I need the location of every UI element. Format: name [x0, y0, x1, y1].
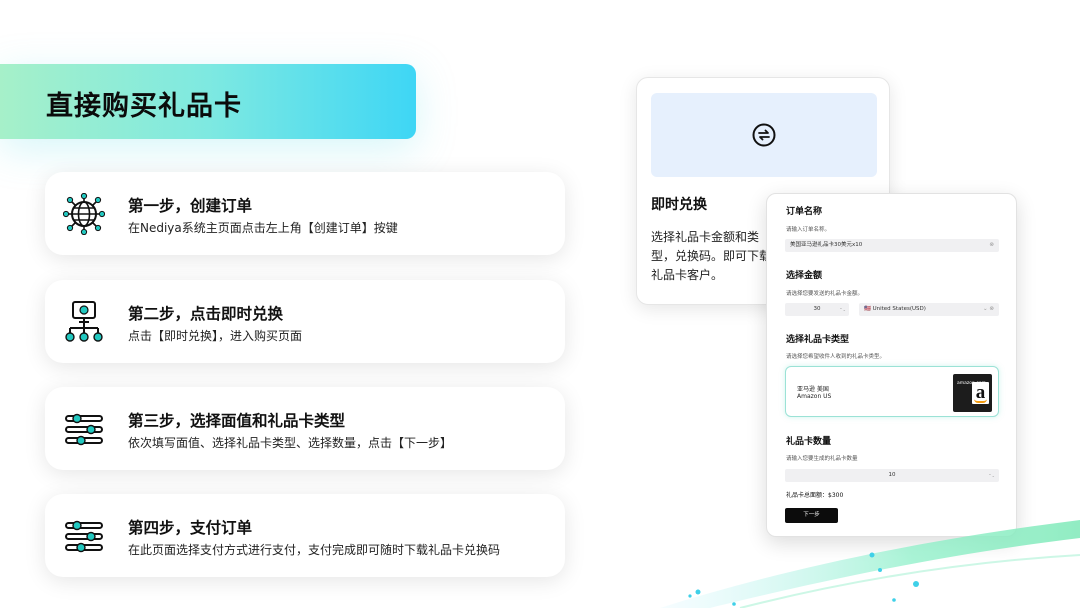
step-description: 在此页面选择支付方式进行支付，支付完成即可随时下载礼品卡兑换码 [128, 543, 501, 557]
step-title: 第三步，选择面值和礼品卡类型 [128, 412, 346, 430]
header-banner: 直接购买礼品卡 [0, 64, 416, 139]
step-title: 第二步，点击即时兑换 [128, 305, 284, 323]
order-name-input[interactable]: 美国亚马逊礼品卡30美元x10 ⊗ [785, 239, 999, 252]
step-card-4: 第四步，支付订单 在此页面选择支付方式进行支付，支付完成即可随时下载礼品卡兑换码 [45, 494, 565, 577]
exchange-banner [651, 93, 877, 177]
order-form: 订单名称 请输入订单名称。 美国亚马逊礼品卡30美元x10 ⊗ 选择金额 请选择… [766, 193, 1017, 537]
card-type-name-cn: 亚马逊 美国 [797, 386, 829, 393]
step-title: 第一步，创建订单 [128, 197, 253, 215]
order-name-hint: 请输入订单名称。 [786, 227, 831, 233]
amount-label: 选择金额 [786, 271, 823, 281]
stepper-arrows-icon[interactable]: ⌃⌄ [988, 469, 995, 482]
quantity-label: 礼品卡数量 [786, 437, 832, 447]
order-name-label: 订单名称 [786, 207, 823, 217]
card-type-label: 选择礼品卡类型 [786, 335, 850, 345]
exchange-title: 即时兑换 [651, 197, 707, 213]
exchange-description: 选择礼品卡金额和类型，兑换码。即可下载礼品卡客户。 [651, 230, 772, 282]
card-type-option-amazon-us[interactable]: 亚马逊 美国 Amazon US amazon.com a [785, 366, 999, 417]
amount-input[interactable]: 30 ⌃⌄ [785, 303, 849, 316]
quantity-hint: 请输入您要生成的礼品卡数量 [786, 456, 858, 462]
total-amount: 礼品卡总面额：$300 [786, 492, 844, 499]
step-description: 依次填写面值、选择礼品卡类型、选择数量，点击【下一步】 [128, 436, 453, 450]
sliders-icon [65, 520, 103, 553]
step-card-1: 第一步，创建订单 在Nediya系统主页面点击左上角【创建订单】按键 [45, 172, 565, 255]
exchange-arrows-icon [752, 123, 776, 147]
step-card-2: 第二步，点击即时兑换 点击【即时兑换】，进入购买页面 [45, 280, 565, 363]
currency-select[interactable]: 🇺🇸 United States(USD) ⌄ ⊗ [859, 303, 999, 316]
amazon-card-logo: amazon.com a [953, 374, 992, 412]
amount-hint: 请选择您要发送的礼品卡金额。 [786, 291, 864, 297]
step-description: 点击【即时兑换】，进入购买页面 [128, 329, 303, 343]
stepper-arrows-icon[interactable]: ⌃⌄ [839, 303, 846, 316]
computer-network-icon [65, 301, 103, 342]
step-description: 在Nediya系统主页面点击左上角【创建订单】按键 [128, 221, 398, 235]
card-type-name-en: Amazon US [797, 393, 832, 400]
card-type-hint: 请选择您希望收件人收到的礼品卡类型。 [786, 354, 886, 360]
decorative-wave [660, 520, 1080, 608]
sliders-icon [65, 413, 103, 446]
page-title: 直接购买礼品卡 [46, 91, 242, 122]
chevron-down-icon: ⌄ ⊗ [983, 306, 994, 312]
step-title: 第四步，支付订单 [128, 519, 253, 537]
quantity-stepper[interactable]: 10 ⌃⌄ [785, 469, 999, 482]
globe-network-icon [63, 193, 105, 235]
clear-icon[interactable]: ⊗ [989, 239, 994, 252]
step-card-3: 第三步，选择面值和礼品卡类型 依次填写面值、选择礼品卡类型、选择数量，点击【下一… [45, 387, 565, 470]
